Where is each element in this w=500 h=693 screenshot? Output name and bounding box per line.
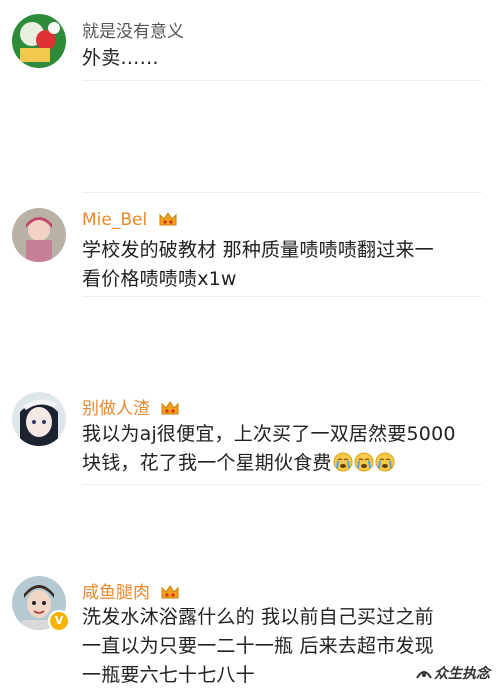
comment-text-line: 外卖…… [82, 47, 159, 69]
watermark-text: 众生执念 [434, 666, 490, 682]
comment-text-line-with-emoji: 块钱，花了我一个星期伙食费 [82, 449, 482, 478]
avatar[interactable] [12, 14, 66, 68]
comment-text: 外卖…… [82, 44, 482, 73]
watermark: 众生执念 [416, 663, 490, 683]
divider [82, 192, 482, 193]
comment-text: 学校发的破教材 那种质量啧啧啧翻过来一 看价格啧啧啧x1w [82, 236, 482, 294]
divider [82, 80, 482, 81]
comment-text-line: 我以为aj很便宜，上次买了一双居然要5000 [82, 423, 456, 445]
crying-emoji-icon [354, 452, 374, 472]
crown-icon [159, 212, 177, 226]
divider [82, 296, 482, 297]
comment-text: 我以为aj很便宜，上次买了一双居然要5000 块钱，花了我一个星期伙食费 [82, 420, 482, 478]
comment-text-line: 洗发水沐浴露什么的 我以前自己买过之前 [82, 606, 434, 628]
crying-emoji-icon [375, 452, 395, 472]
crying-emoji-icon [333, 452, 353, 472]
comment-text-line: 一直以为只要一二十一瓶 后来去超市发现 [82, 635, 434, 657]
watermark-logo-icon [416, 671, 432, 679]
comment-username[interactable]: 就是没有意义 [82, 17, 184, 42]
avatar[interactable] [12, 208, 66, 262]
avatar[interactable] [12, 392, 66, 446]
comment-text-line: 看价格啧啧啧x1w [82, 268, 237, 290]
comment-username[interactable]: 别做人渣 [82, 394, 180, 419]
username-text[interactable]: Mie_Bel [82, 210, 147, 230]
comment-text-line: 块钱，花了我一个星期伙食费 [82, 452, 332, 474]
username-text[interactable]: 别做人渣 [82, 399, 150, 419]
comment-username[interactable]: Mie_Bel [82, 210, 178, 230]
crown-icon [161, 585, 179, 599]
crown-icon [161, 401, 179, 415]
verified-badge: V [48, 610, 70, 632]
comment-text-line: 学校发的破教材 那种质量啧啧啧翻过来一 [82, 239, 434, 261]
divider [82, 484, 482, 485]
username-text[interactable]: 咸鱼腿肉 [82, 583, 150, 603]
comment-username[interactable]: 咸鱼腿肉 [82, 578, 180, 603]
